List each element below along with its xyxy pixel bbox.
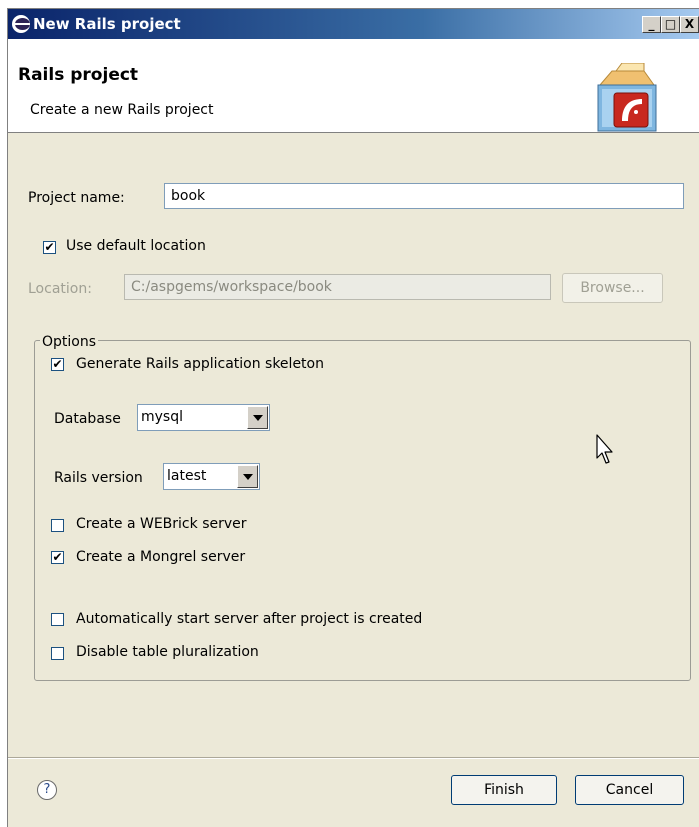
chevron-down-icon[interactable] xyxy=(237,465,258,488)
generate-skeleton-label: Generate Rails application skeleton xyxy=(76,356,324,372)
options-group xyxy=(34,340,691,681)
autostart-checkbox[interactable] xyxy=(51,613,64,626)
pluralization-checkbox[interactable] xyxy=(51,647,64,660)
mongrel-label: Create a Mongrel server xyxy=(76,549,246,565)
checkmark-icon: ✔ xyxy=(52,550,63,564)
options-legend: Options xyxy=(40,334,99,350)
location-input[interactable]: C:/aspgems/workspace/book xyxy=(124,274,551,300)
rails-version-value: latest xyxy=(167,468,207,484)
pluralization-label: Disable table pluralization xyxy=(76,644,259,660)
page-title: Rails project xyxy=(18,65,139,85)
browse-button[interactable]: Browse... xyxy=(562,273,663,303)
page-subtitle: Create a new Rails project xyxy=(30,102,214,118)
minimize-button[interactable]: _ xyxy=(642,16,661,33)
database-value: mysql xyxy=(141,409,183,425)
use-default-location-label: Use default location xyxy=(66,238,206,254)
location-label: Location: xyxy=(28,281,92,297)
use-default-location-checkbox[interactable]: ✔ xyxy=(43,241,56,254)
database-label: Database xyxy=(54,411,121,427)
chevron-down-icon[interactable] xyxy=(247,406,268,429)
footer-separator xyxy=(8,757,699,759)
maximize-button[interactable]: □ xyxy=(661,16,680,33)
database-select[interactable]: mysql xyxy=(137,404,270,431)
autostart-label: Automatically start server after project… xyxy=(76,611,423,627)
project-name-label: Project name: xyxy=(28,190,125,206)
eclipse-icon xyxy=(12,15,30,33)
webrick-checkbox[interactable] xyxy=(51,519,64,532)
cancel-button[interactable]: Cancel xyxy=(575,775,684,805)
help-icon[interactable]: ? xyxy=(37,780,57,800)
finish-button[interactable]: Finish xyxy=(451,775,557,805)
wizard-header: Rails project Create a new Rails project xyxy=(8,39,699,133)
title-bar[interactable]: New Rails project _ □ X xyxy=(8,9,699,39)
generate-skeleton-checkbox[interactable]: ✔ xyxy=(51,358,64,371)
rails-project-banner-icon xyxy=(597,63,657,132)
project-name-input[interactable]: book xyxy=(164,183,684,209)
window-title: New Rails project xyxy=(33,15,181,33)
checkmark-icon: ✔ xyxy=(52,357,63,371)
close-button[interactable]: X xyxy=(680,16,699,33)
new-rails-project-dialog: New Rails project _ □ X Rails project Cr… xyxy=(7,8,699,827)
rails-version-label: Rails version xyxy=(54,470,143,486)
mongrel-checkbox[interactable]: ✔ xyxy=(51,551,64,564)
rails-version-select[interactable]: latest xyxy=(163,463,260,490)
checkmark-icon: ✔ xyxy=(44,240,55,254)
webrick-label: Create a WEBrick server xyxy=(76,516,247,532)
mouse-pointer-icon xyxy=(596,434,613,464)
